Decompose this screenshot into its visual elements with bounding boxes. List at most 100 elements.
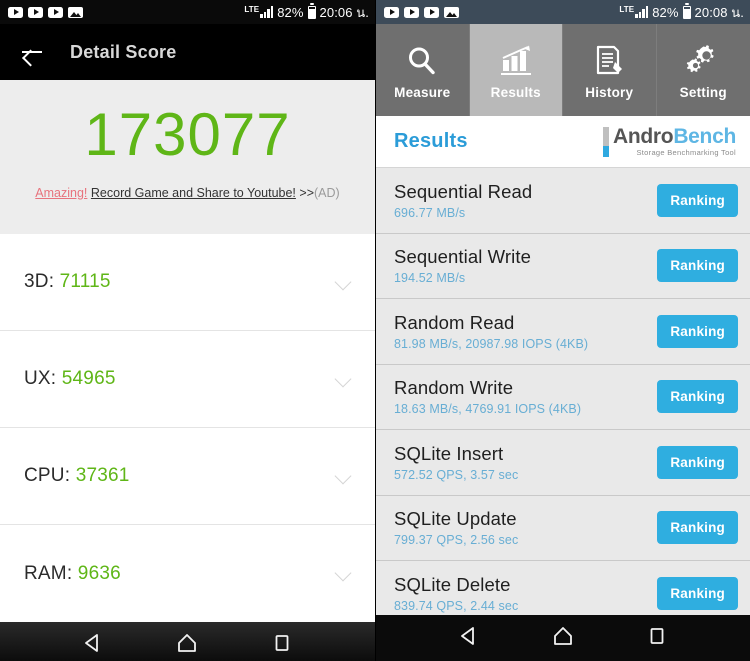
left-navigation-bar [0,622,375,661]
ranking-button[interactable]: Ranking [657,183,738,217]
tab-setting[interactable]: Setting [657,24,750,116]
status-notification-icons [384,6,459,18]
left-app-bar: Detail Score [0,24,375,80]
battery-icon [307,3,316,19]
back-arrow-icon[interactable] [20,40,44,64]
score-row-cpu[interactable]: CPU: 37361 [0,428,375,525]
nav-recents-icon[interactable] [646,625,668,652]
logo-bench-label: Bench [673,125,736,148]
result-value: 696.77 MB/s [394,205,466,220]
tab-label: Setting [679,84,727,100]
score-row-value: 54965 [61,368,116,389]
result-info: Random Write 18.63 MB/s, 4769.91 IOPS (4… [394,377,581,416]
result-value: 81.98 MB/s, 20987.98 IOPS (4KB) [394,336,589,351]
signal-icon: LTE [619,5,649,18]
battery-percent-label: 82% [277,4,304,20]
nav-back-icon[interactable] [458,625,480,652]
result-value: 194.52 MB/s [394,271,466,286]
image-icon [68,6,83,18]
status-system-icons: LTE 82% 20:08 น. [619,2,744,23]
result-info: Random Read 81.98 MB/s, 20987.98 IOPS (4… [394,312,588,351]
ranking-button[interactable]: Ranking [657,445,738,479]
ranking-button[interactable]: Ranking [657,380,738,414]
result-value: 839.74 QPS, 2.44 sec [394,598,519,613]
result-row-random-read: Random Read 81.98 MB/s, 20987.98 IOPS (4… [376,299,750,365]
clock-label: 20:08 น. [694,4,744,20]
score-breakdown-list: 3D: 71115 UX: 54965 CPU: 37361 RAM: 9636 [0,234,375,622]
youtube-play-icon [48,6,63,18]
benchmark-results-list: Sequential Read 696.77 MB/s Ranking Sequ… [376,168,750,615]
signal-icon: LTE [244,5,274,18]
total-score-value: 173077 [84,101,291,168]
status-system-icons: LTE 82% 20:06 น. [244,2,369,23]
result-name: SQLite Insert [394,442,504,464]
clock-label: 20:06 น. [319,4,369,20]
score-row-ram[interactable]: RAM: 9636 [0,525,375,622]
youtube-play-icon [8,6,23,18]
dual-screenshot: LTE 82% 20:06 น. Detail Score 173077 Ama… [0,0,750,661]
right-navigation-bar [376,615,750,661]
tab-bar: Measure Results History Setting [376,24,750,116]
result-row-random-write: Random Write 18.63 MB/s, 4769.91 IOPS (4… [376,364,750,430]
score-row-label: RAM: 9636 [24,562,121,584]
page-title: Detail Score [70,41,177,62]
results-title: Results [394,130,468,152]
result-value: 572.52 QPS, 3.57 sec [394,467,519,482]
result-row-sqlite-update: SQLite Update 799.37 QPS, 2.56 sec Ranki… [376,495,750,561]
result-name: Random Write [394,377,514,399]
score-row-label: UX: 54965 [24,368,116,389]
ad-amazing-label: Amazing! [35,186,88,200]
nav-recents-icon[interactable] [271,632,293,659]
result-name: Sequential Write [394,246,531,268]
result-info: Sequential Write 194.52 MB/s [394,246,531,285]
status-notification-icons [8,6,83,18]
left-status-bar: LTE 82% 20:06 น. [0,0,375,24]
score-row-3d[interactable]: 3D: 71115 [0,234,375,331]
score-row-ux[interactable]: UX: 54965 [0,331,375,428]
youtube-play-icon [404,6,419,18]
result-row-sequential-write: Sequential Write 194.52 MB/s Ranking [376,233,750,299]
battery-icon [682,3,691,19]
chevron-down-icon[interactable] [336,468,353,485]
chevron-down-icon[interactable] [336,274,353,291]
ranking-button[interactable]: Ranking [657,314,738,348]
youtube-play-icon [424,6,439,18]
right-phone-screen: LTE 82% 20:08 น. Measure Results History… [375,0,750,661]
signal-bars-icon [260,6,274,18]
ranking-button[interactable]: Ranking [657,249,738,283]
battery-percent-label: 82% [652,4,679,20]
ad-tag-label: (AD) [314,186,340,200]
score-row-value: 71115 [59,271,111,292]
result-info: SQLite Delete 839.74 QPS, 2.44 sec [394,574,518,613]
tab-label: History [585,84,634,100]
ad-message-label: Record Game and Share to Youtube! [90,186,296,200]
tab-history[interactable]: History [563,24,657,116]
tab-label: Results [490,84,541,100]
signal-bars-icon [635,6,649,18]
result-value: 18.63 MB/s, 4769.91 IOPS (4KB) [394,402,582,417]
result-name: SQLite Update [394,508,517,530]
result-row-sequential-read: Sequential Read 696.77 MB/s Ranking [376,168,750,234]
ad-banner[interactable]: Amazing! Record Game and Share to Youtub… [35,186,339,200]
chevron-down-icon[interactable] [336,371,353,388]
total-score-section: 173077 Amazing! Record Game and Share to… [0,80,375,234]
nav-home-icon[interactable] [176,632,198,659]
network-type-label: LTE [619,5,635,14]
result-name: Random Read [394,311,515,333]
tab-label: Measure [394,84,451,100]
ranking-button[interactable]: Ranking [657,576,738,610]
tab-results[interactable]: Results [469,24,563,116]
score-row-value: 9636 [77,562,121,584]
bar-chart-icon [499,41,533,81]
score-row-value: 37361 [75,465,130,486]
result-row-sqlite-insert: SQLite Insert 572.52 QPS, 3.57 sec Ranki… [376,430,750,496]
ranking-button[interactable]: Ranking [657,511,738,545]
network-type-label: LTE [244,5,260,14]
tab-measure[interactable]: Measure [376,24,470,116]
chevron-down-icon[interactable] [336,565,353,582]
score-row-label: 3D: 71115 [24,271,111,292]
nav-home-icon[interactable] [552,625,574,652]
nav-back-icon[interactable] [82,632,104,659]
left-phone-screen: LTE 82% 20:06 น. Detail Score 173077 Ama… [0,0,375,661]
youtube-play-icon [384,6,399,18]
